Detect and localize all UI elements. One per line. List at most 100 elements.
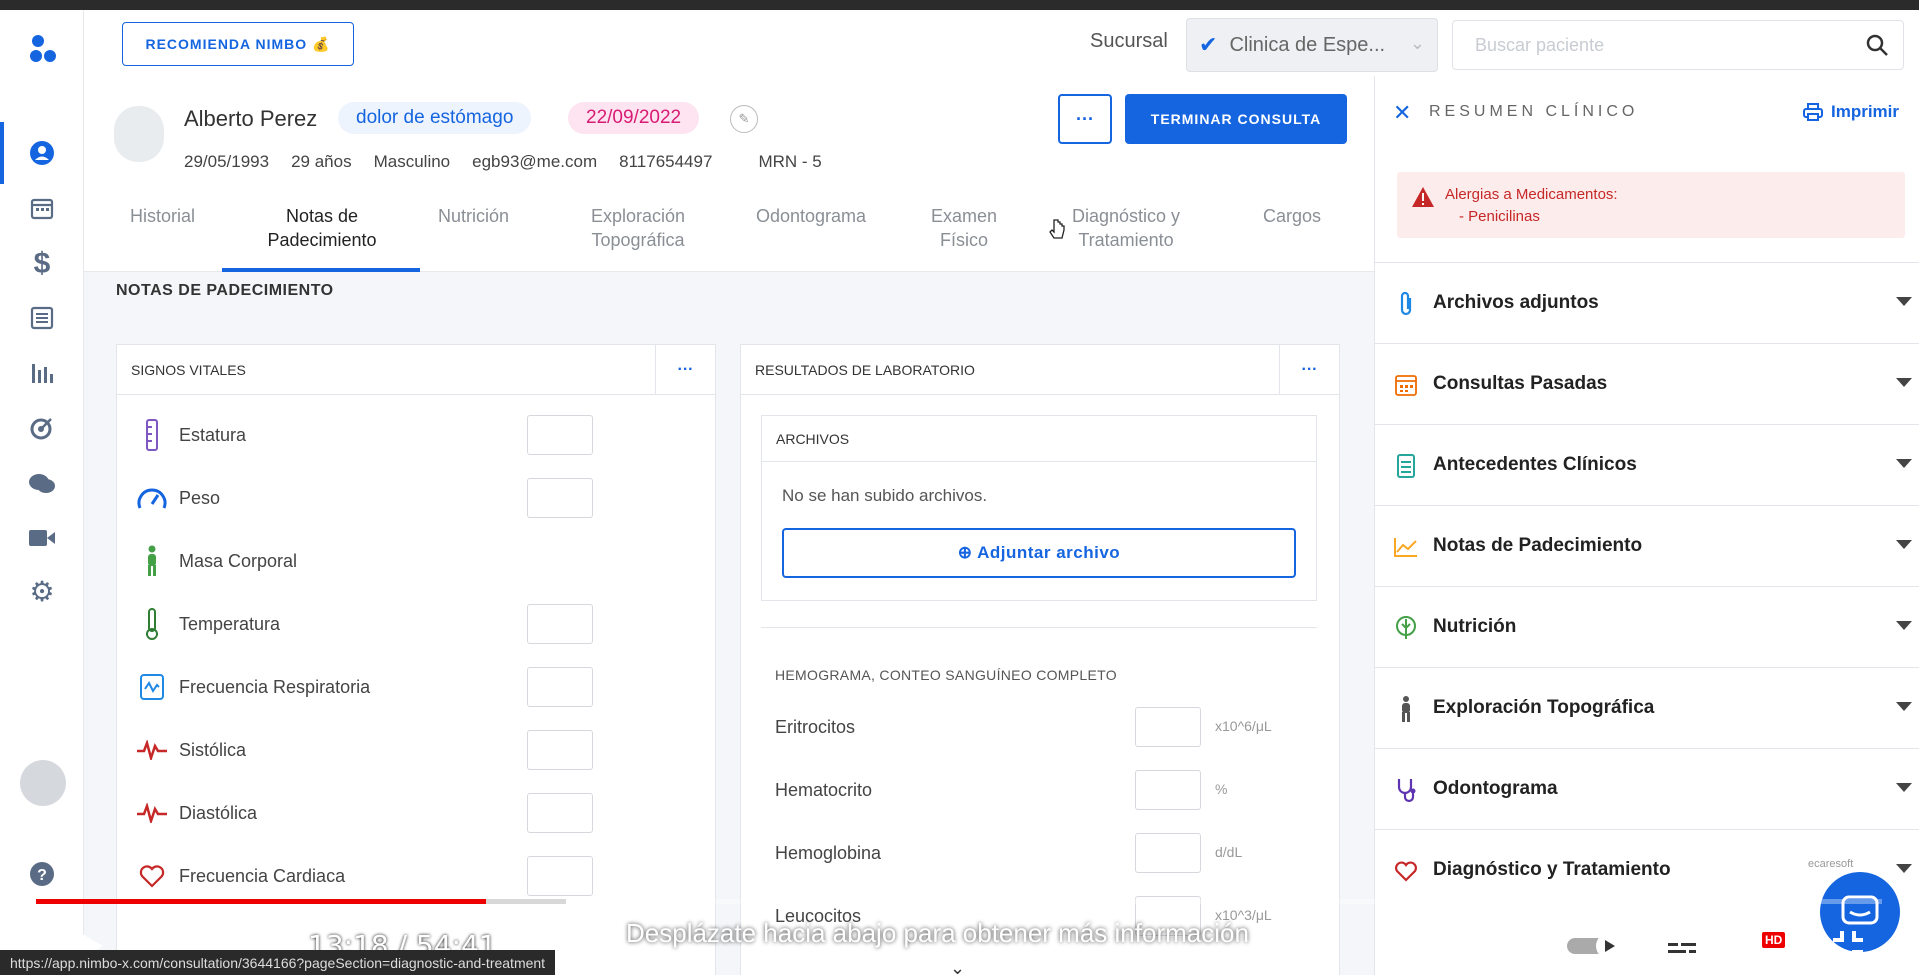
heart-icon <box>135 859 169 893</box>
tab-cargos[interactable]: Cargos <box>1263 204 1321 228</box>
vitals-options-button[interactable]: ··· <box>655 345 715 395</box>
more-options-button[interactable]: ··· <box>1058 94 1112 144</box>
active-nav-indicator <box>0 122 4 184</box>
tab-notas-padecimiento[interactable]: Notas de Padecimiento <box>242 204 402 252</box>
accordion-antecedentes-clinicos[interactable]: Antecedentes Clínicos <box>1375 424 1919 505</box>
stats-bars-icon[interactable] <box>24 355 60 391</box>
tab-nutricion[interactable]: Nutrición <box>438 204 509 228</box>
video-nav-icon[interactable] <box>24 520 60 556</box>
patient-mrn: MRN - 5 <box>758 152 822 171</box>
nimbo-logo-icon[interactable] <box>26 32 60 66</box>
accordion-label: Exploración Topográfica <box>1433 697 1655 718</box>
vital-row: Sistólica <box>135 730 615 770</box>
vital-input[interactable] <box>527 415 593 455</box>
attach-file-button[interactable]: ⊕ Adjuntar archivo <box>782 528 1296 578</box>
vital-label: Temperatura <box>179 613 281 634</box>
leaf-icon <box>1391 613 1421 643</box>
heart-icon <box>1391 856 1421 886</box>
vital-input[interactable] <box>527 730 593 770</box>
top-header: RECOMIENDA NIMBO 💰 Sucursal ✔ Clinica de… <box>84 10 1919 76</box>
app-frame: $ ⚙ ? RECOMIENDA NIMBO 💰 Sucursal ✔ Clin… <box>0 0 1919 975</box>
vital-label: Frecuencia Cardiaca <box>179 865 346 886</box>
tab-examen-fisico[interactable]: Examen Físico <box>922 204 1006 252</box>
patient-header: Alberto Perez dolor de estómago 22/09/20… <box>84 76 1374 272</box>
accordion-exploracion-topografica[interactable]: Exploración Topográfica <box>1375 667 1919 748</box>
settings-gear-icon[interactable]: ⚙ <box>24 573 60 609</box>
consultation-reason-badge: dolor de estómago <box>338 102 532 134</box>
list-nav-icon[interactable] <box>24 300 60 336</box>
tab-exploracion-topografica[interactable]: Exploración Topográfica <box>578 204 698 252</box>
allergy-item: - Penicilinas <box>1459 208 1540 225</box>
edit-pencil-icon[interactable]: ✎ <box>730 105 758 133</box>
vital-input[interactable] <box>527 856 593 896</box>
patient-nav-icon[interactable] <box>24 135 60 171</box>
recommend-nimbo-button[interactable]: RECOMIENDA NIMBO 💰 <box>122 22 354 66</box>
accordion-archivos-adjuntos[interactable]: Archivos adjuntos <box>1375 262 1919 343</box>
files-title: ARCHIVOS <box>762 416 1316 462</box>
browser-top-strip <box>0 0 1919 10</box>
video-progress-bar[interactable] <box>36 899 487 904</box>
search-icon[interactable] <box>1865 33 1889 57</box>
print-label: Imprimir <box>1831 102 1900 121</box>
vital-label: Estatura <box>179 424 247 445</box>
notes-main: NOTAS DE PADECIMIENTO SIGNOS VITALES ···… <box>84 272 1374 975</box>
finish-consultation-button[interactable]: TERMINAR CONSULTA <box>1125 94 1347 144</box>
accordion-label: Archivos adjuntos <box>1433 292 1599 313</box>
print-button[interactable]: Imprimir <box>1803 102 1899 122</box>
tab-odontograma[interactable]: Odontograma <box>756 204 866 228</box>
vital-label: Diastólica <box>179 802 258 823</box>
chat-nav-icon[interactable] <box>24 466 60 502</box>
paperclip-icon <box>1391 289 1421 319</box>
calendar-nav-icon[interactable] <box>24 190 60 226</box>
user-avatar[interactable] <box>20 760 66 806</box>
section-title: NOTAS DE PADECIMIENTO <box>116 282 334 299</box>
autoplay-toggle[interactable] <box>1564 924 1626 968</box>
accordion-label: Diagnóstico y Tratamiento <box>1433 859 1671 880</box>
accordion-label: Odontograma <box>1433 778 1558 799</box>
lab-options-button[interactable]: ··· <box>1279 345 1339 395</box>
accordion-label: Notas de Padecimiento <box>1433 535 1643 556</box>
lab-unit: % <box>1215 781 1228 797</box>
vital-row: Estatura <box>135 415 615 455</box>
printer-icon <box>1803 103 1823 121</box>
vital-input[interactable] <box>527 478 593 518</box>
accordion-notas-padecimiento[interactable]: Notas de Padecimiento <box>1375 505 1919 586</box>
target-nav-icon[interactable] <box>24 410 60 446</box>
billing-dollar-icon[interactable]: $ <box>24 246 60 282</box>
exit-fullscreen-icon[interactable] <box>1826 924 1870 968</box>
lab-input[interactable] <box>1135 833 1201 873</box>
lab-results-card: RESULTADOS DE LABORATORIO ··· ARCHIVOS N… <box>740 344 1340 975</box>
branch-select[interactable]: ✔ Clinica de Espe... ⌄ <box>1186 18 1438 72</box>
accordion-nutricion[interactable]: Nutrición <box>1375 586 1919 667</box>
patient-name: Alberto Perez <box>184 106 318 131</box>
help-icon[interactable]: ? <box>24 856 60 892</box>
vital-input[interactable] <box>527 793 593 833</box>
lab-label: Eritrocitos <box>775 716 856 737</box>
lab-input[interactable] <box>1135 707 1201 747</box>
consultation-date-badge: 22/09/2022 <box>568 102 700 134</box>
ruler-icon <box>135 418 169 452</box>
subtitles-icon[interactable] <box>1660 924 1704 968</box>
patient-email: egb93@me.com <box>472 152 598 171</box>
vital-input[interactable] <box>527 667 593 707</box>
lab-input[interactable] <box>1135 770 1201 810</box>
caret-down-icon <box>1896 378 1912 387</box>
accordion-consultas-pasadas[interactable]: Consultas Pasadas <box>1375 343 1919 424</box>
patient-search-input[interactable]: Buscar paciente <box>1452 20 1904 70</box>
vital-input[interactable] <box>527 604 593 644</box>
chevron-down-icon[interactable]: ⌄ <box>950 958 965 975</box>
chart-line-icon <box>1391 532 1421 562</box>
close-icon[interactable]: ✕ <box>1393 100 1411 126</box>
stethoscope-icon <box>1391 775 1421 805</box>
caret-down-icon <box>1896 297 1912 306</box>
accordion-odontograma[interactable]: Odontograma <box>1375 748 1919 829</box>
tab-diagnostico-tratamiento[interactable]: Diagnóstico y Tratamiento <box>1060 204 1192 252</box>
calendar-icon <box>1391 370 1421 400</box>
vital-label: Sistólica <box>179 739 247 760</box>
gauge-icon <box>135 481 169 515</box>
caret-down-icon <box>1896 864 1912 873</box>
document-icon <box>1391 451 1421 481</box>
tab-historial[interactable]: Historial <box>130 204 195 228</box>
lab-row: Eritrocitos x10^6/μL <box>775 707 1315 747</box>
vital-label: Masa Corporal <box>179 550 298 571</box>
